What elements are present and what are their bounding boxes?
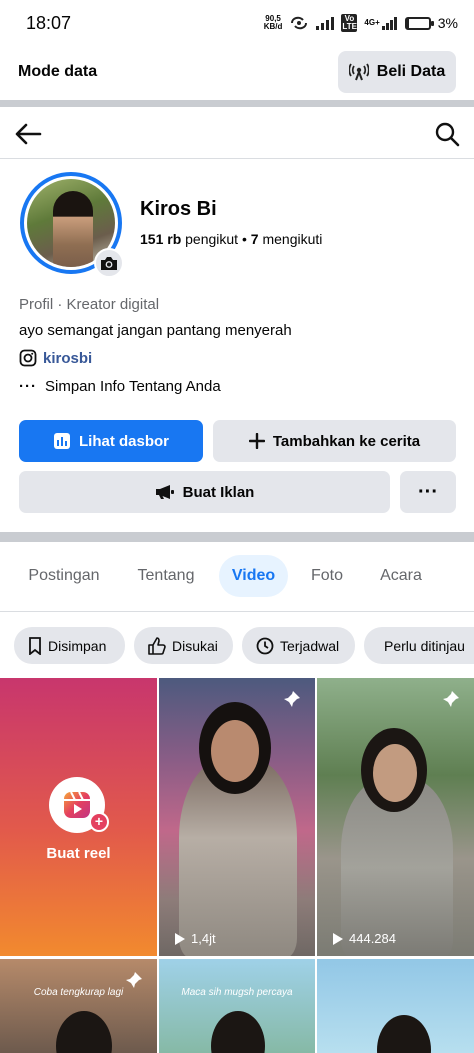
profile-bio: ayo semangat jangan pantang menyerah	[19, 322, 292, 339]
view-count: 444.284	[333, 931, 396, 946]
search-icon[interactable]	[434, 121, 460, 147]
bookmark-icon	[29, 636, 41, 655]
tab-foto[interactable]: Foto	[298, 555, 356, 597]
data-mode-label: Mode data	[18, 63, 98, 80]
volte-badge: Vo LTE	[341, 14, 358, 32]
instagram-icon	[19, 349, 37, 367]
instagram-link[interactable]: kirosbi	[19, 349, 92, 367]
play-icon	[333, 932, 343, 945]
megaphone-icon	[155, 485, 174, 499]
tab-postingan[interactable]: Postingan	[14, 555, 114, 597]
section-divider-2	[0, 532, 474, 542]
view-dashboard-button[interactable]: Lihat dasbor	[19, 420, 203, 462]
thumbs-up-icon	[148, 636, 166, 655]
view-count: 1,4jt	[175, 931, 216, 946]
network-speed: 90,5 KB/d	[263, 14, 283, 31]
video-thumbnail-5[interactable]	[317, 959, 474, 1053]
back-arrow-icon[interactable]	[14, 122, 42, 146]
profile-category: Profil · Kreator digital	[19, 296, 160, 313]
play-icon	[175, 932, 185, 945]
signal-icon	[316, 16, 335, 30]
video-thumbnail-2[interactable]: 444.284	[317, 678, 474, 956]
camera-icon	[101, 256, 117, 270]
reels-icon	[64, 791, 90, 818]
create-reel-label: Buat reel	[46, 845, 111, 862]
chip-scheduled[interactable]: Terjadwal	[242, 627, 355, 664]
reel-plus-icon: +	[89, 812, 109, 832]
status-bar: 18:07 90,5 KB/d Vo LTE 4G+ 3%	[0, 0, 474, 46]
top-nav	[0, 110, 474, 158]
section-divider	[0, 100, 474, 107]
chip-saved[interactable]: Disimpan	[14, 627, 125, 664]
broadcast-icon	[348, 63, 369, 81]
signal-4g: 4G+	[364, 16, 397, 30]
video-thumbnail-1[interactable]: 1,4jt	[159, 678, 315, 956]
video-caption: Maca sih mugsh percaya	[181, 987, 293, 998]
clock-icon	[256, 637, 274, 654]
chart-icon	[53, 433, 70, 449]
clock: 18:07	[26, 12, 72, 33]
tab-acara[interactable]: Acara	[366, 555, 436, 597]
create-reel-tile[interactable]: + Buat reel	[0, 678, 157, 956]
pin-icon	[284, 691, 300, 707]
buy-data-button[interactable]: Beli Data	[338, 51, 456, 93]
save-info-row[interactable]: ··· Simpan Info Tentang Anda	[19, 378, 221, 395]
plus-icon	[248, 433, 265, 449]
signal2-icon	[381, 16, 397, 30]
tab-video[interactable]: Video	[219, 555, 288, 597]
more-icon: ···	[418, 480, 438, 503]
battery-icon	[404, 16, 434, 30]
pin-icon	[126, 972, 142, 988]
profile-name: Kiros Bi	[140, 198, 217, 220]
profile-tabs: Postingan Tentang Video Foto Acara	[0, 555, 474, 599]
follow-stats[interactable]: 151 rb pengikut • 7 mengikuti	[140, 231, 322, 247]
chip-liked[interactable]: Disukai	[134, 627, 233, 664]
hotspot-icon	[291, 16, 308, 30]
tab-tentang[interactable]: Tentang	[122, 555, 210, 597]
pin-icon	[443, 691, 459, 707]
data-mode-bar: Mode data Beli Data	[0, 46, 474, 98]
create-ad-button[interactable]: Buat Iklan	[19, 471, 390, 513]
video-thumbnail-3[interactable]: Coba tengkurap lagi	[0, 959, 157, 1053]
ellipsis-icon: ···	[19, 378, 37, 395]
more-options-button[interactable]: ···	[400, 471, 456, 513]
nav-divider	[0, 158, 474, 159]
tabs-divider	[0, 611, 474, 612]
chip-review[interactable]: Perlu ditinjau	[364, 627, 474, 664]
add-to-story-button[interactable]: Tambahkan ke cerita	[213, 420, 456, 462]
change-photo-button[interactable]	[94, 248, 124, 278]
battery-level: 3%	[437, 15, 458, 31]
video-thumbnail-4[interactable]: Maca sih mugsh percaya	[159, 959, 315, 1053]
